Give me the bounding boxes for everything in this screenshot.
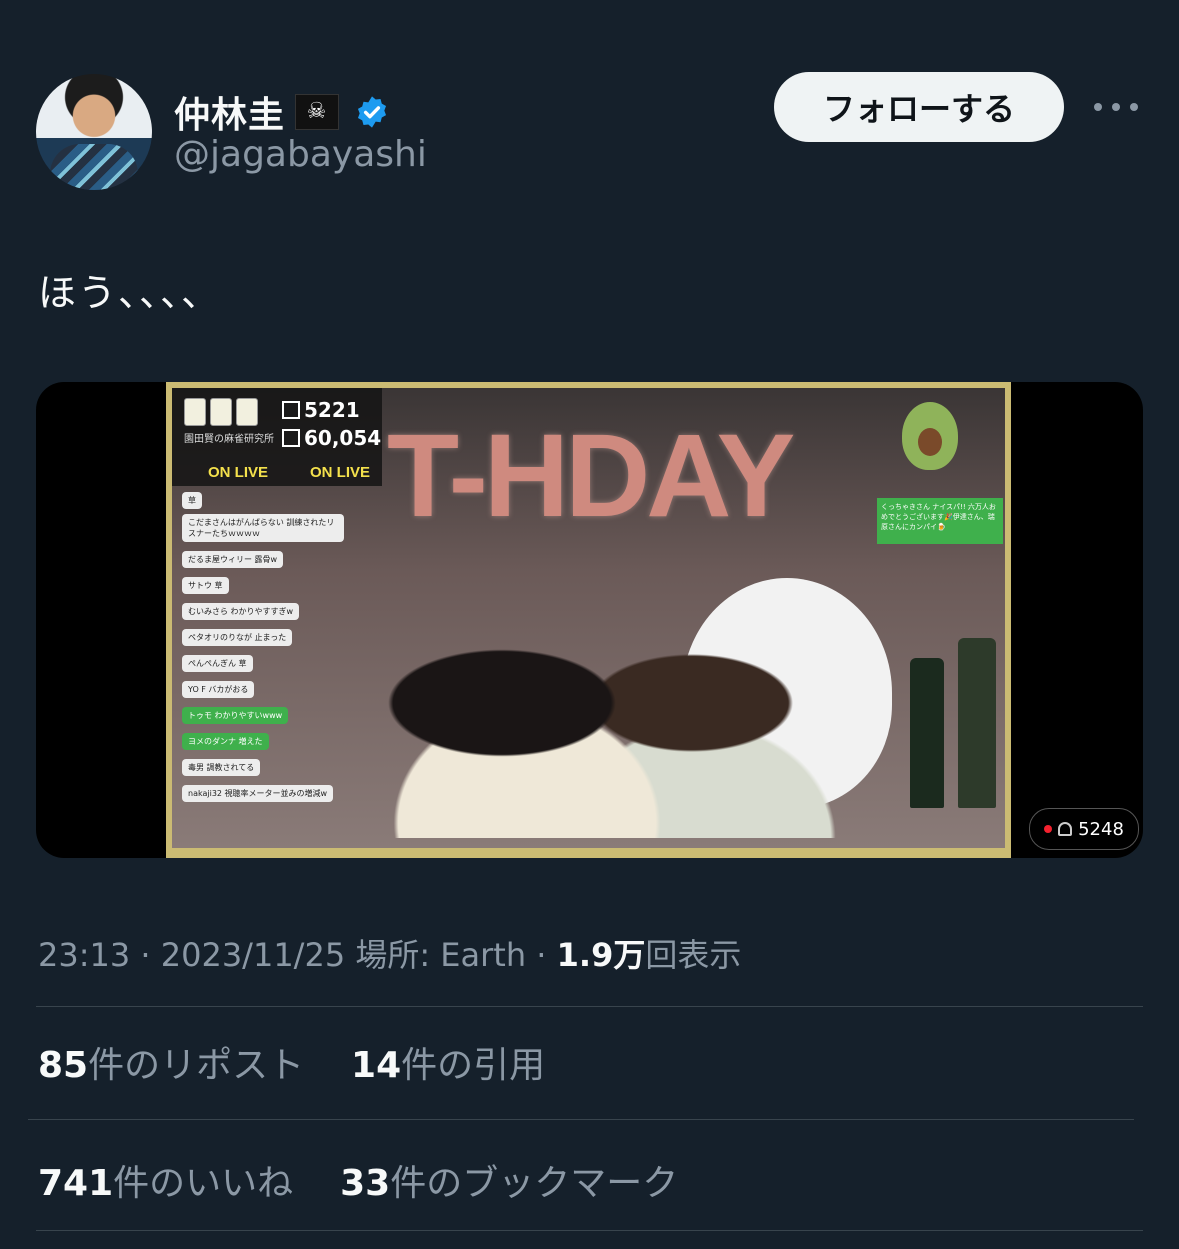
display-name-row[interactable]: 仲林圭 ☠: [174, 86, 389, 138]
divider: [36, 1230, 1143, 1231]
bottles: [892, 588, 1002, 808]
pirate-flag-icon: ☠: [295, 94, 340, 130]
avatar-jersey: [50, 144, 138, 190]
stat-1: 5221: [282, 398, 360, 422]
tweet-media-video[interactable]: T-HDAY くっちゃきさん ナイスパ!! 六万人おめでとうございます🎉伊達さん…: [36, 382, 1143, 858]
follow-button[interactable]: フォローする: [774, 72, 1064, 142]
stream-stats-panel: 園田賢の麻雀研究所 5221 60,054 ON LIVE ON LIVE: [172, 388, 382, 486]
views-label: 回表示: [645, 936, 742, 974]
reposts-link[interactable]: 85件のリポスト: [38, 1045, 304, 1086]
chat-item: こだまさんはがんばらない 訓練されたリスナーたちｗｗｗｗ: [182, 514, 344, 542]
tweet-meta: 23:13 · 2023/11/25 場所: Earth · 1.9万回表示: [38, 936, 742, 974]
person-icon: [1058, 822, 1073, 836]
balloon-letters: T-HDAY: [387, 410, 795, 542]
chat-item: nakaji32 視聴率メーター並みの増減w: [182, 785, 334, 802]
divider: [28, 1119, 1134, 1120]
avatar[interactable]: [36, 74, 152, 190]
chat-item: ペタオリのりなが 止まった: [182, 629, 293, 646]
chat-item: 毒男 調教されてる: [182, 759, 261, 776]
on-live-label: ON LIVE: [310, 464, 371, 481]
divider: [36, 1006, 1143, 1007]
live-viewers-badge[interactable]: 5248: [1029, 808, 1139, 850]
user-handle[interactable]: @jagabayashi: [174, 134, 427, 175]
avocado-mascot-icon: [902, 402, 958, 470]
chat-item: むいみさら わかりやすすぎw: [182, 603, 300, 620]
chat-item: だるま屋ウィリー 露骨w: [182, 551, 284, 568]
live-dot-icon: [1044, 825, 1053, 833]
display-name[interactable]: 仲林圭: [174, 86, 285, 138]
quotes-link[interactable]: 14件の引用: [351, 1045, 545, 1086]
likes-link[interactable]: 741件のいいね: [38, 1163, 293, 1204]
tweet-text: ほう、、、、: [38, 271, 222, 315]
tweet-date[interactable]: 2023/11/25: [161, 936, 345, 974]
stat-2: 60,054: [282, 426, 381, 450]
chat-item: ヨメのダンナ 増えた: [182, 733, 269, 750]
video-scene: T-HDAY くっちゃきさん ナイスパ!! 六万人おめでとうございます🎉伊達さん…: [172, 388, 1005, 848]
viewer-count: 5248: [1078, 818, 1124, 840]
bookmarks-link[interactable]: 33件のブックマーク: [340, 1163, 678, 1204]
likes-bookmarks-row: 741件のいいね 33件のブックマーク: [38, 1154, 678, 1206]
chat-overlay: 草こだまさんはがんばらない 訓練されたリスナーたちｗｗｗｗ だるま屋ウィリー 露骨…: [182, 488, 362, 848]
chat-item: サトウ 草: [182, 577, 229, 594]
mahjong-tiles-icon: [184, 398, 258, 426]
chat-item: 草: [182, 492, 202, 509]
on-live-label: ON LIVE: [208, 464, 269, 481]
more-options-icon[interactable]: [1094, 92, 1138, 122]
chat-item: ぺんぺんぎん 草: [182, 655, 253, 672]
studio-name: 園田賢の麻雀研究所: [184, 434, 274, 445]
tweet-time[interactable]: 23:13: [38, 936, 130, 974]
chat-item: トゥモ わかりやすいwww: [182, 707, 289, 724]
reposts-quotes-row: 85件のリポスト 14件の引用: [38, 1036, 545, 1088]
tweet-location: 場所: Earth: [355, 936, 527, 974]
views-count: 1.9万: [556, 936, 646, 974]
video-frame: T-HDAY くっちゃきさん ナイスパ!! 六万人おめでとうございます🎉伊達さん…: [166, 382, 1011, 858]
chat-item: YO F バカがおる: [182, 681, 255, 698]
verified-badge-icon[interactable]: [355, 95, 389, 129]
people-figures: [352, 538, 852, 838]
overlay-message: くっちゃきさん ナイスパ!! 六万人おめでとうございます🎉伊達さん、瑞原さんにカ…: [877, 498, 1003, 544]
